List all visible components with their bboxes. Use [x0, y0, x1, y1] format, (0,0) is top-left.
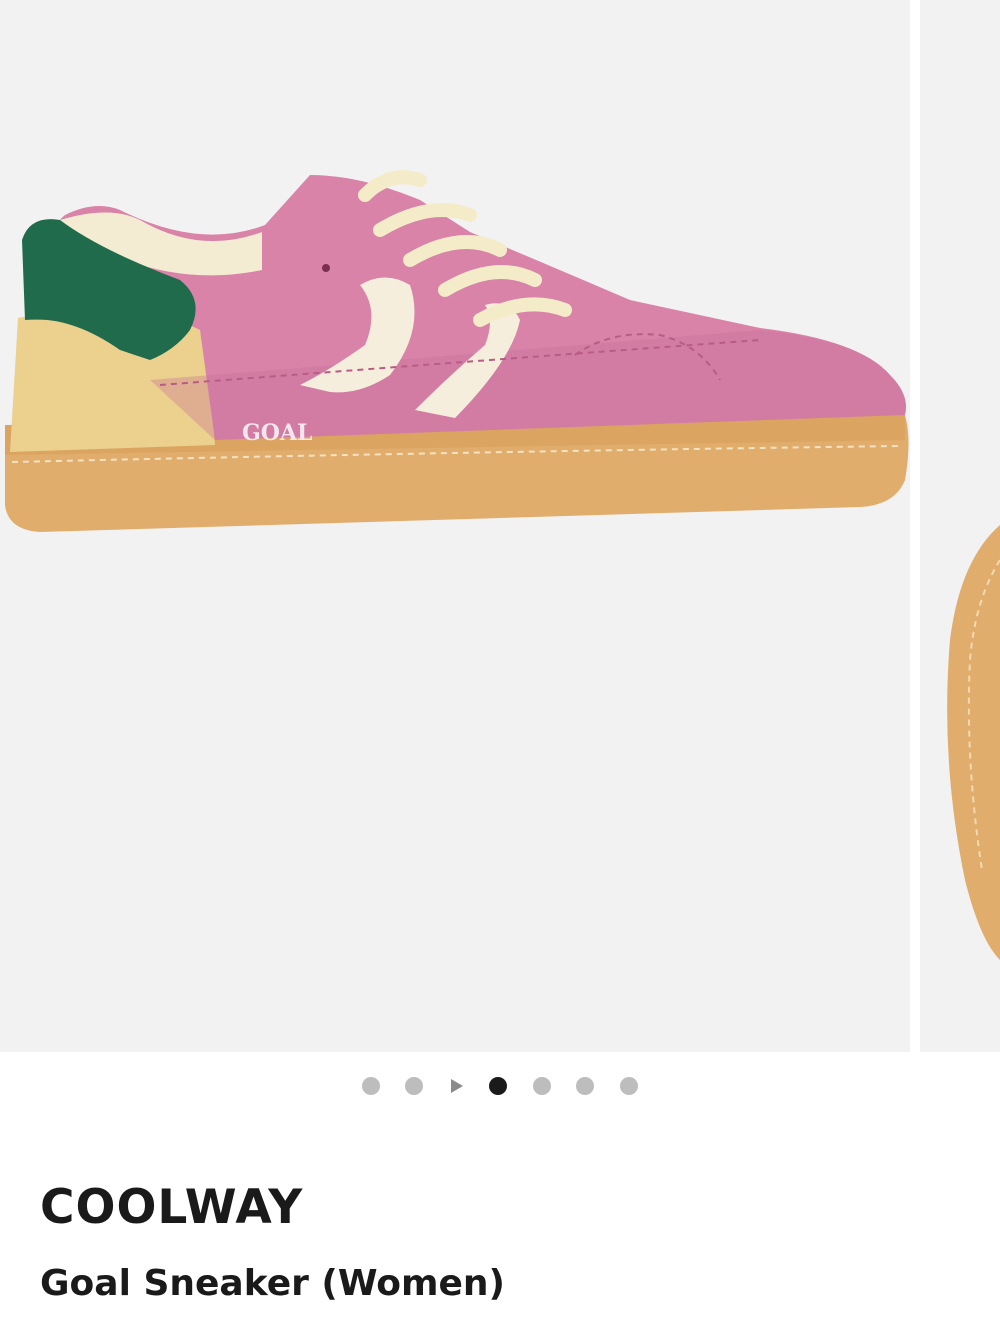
gallery-pagination: [0, 1073, 1000, 1099]
product-image[interactable]: GOAL: [0, 0, 910, 1052]
sneaker-illustration: GOAL: [5, 170, 909, 532]
next-product-image-peek[interactable]: [920, 0, 1000, 1052]
next-image-illustration: [947, 525, 1000, 960]
product-title: Goal Sneaker (Women): [40, 1263, 506, 1304]
shoe-logo-text: GOAL: [242, 420, 313, 446]
gallery-dot-active[interactable]: [489, 1077, 507, 1095]
gallery-dot-6[interactable]: [576, 1077, 594, 1095]
brand-name[interactable]: COOLWAY: [40, 1180, 303, 1235]
gallery-dot-1[interactable]: [362, 1077, 380, 1095]
gallery-dot-5[interactable]: [533, 1077, 551, 1095]
gallery-dot-7[interactable]: [620, 1077, 638, 1095]
product-page: GOAL COOLWAY Goal Sneaker (Women): [0, 0, 1000, 1333]
gallery-dot-2[interactable]: [405, 1077, 423, 1095]
image-gallery[interactable]: GOAL: [0, 0, 1000, 1052]
video-play-icon[interactable]: [451, 1079, 463, 1093]
